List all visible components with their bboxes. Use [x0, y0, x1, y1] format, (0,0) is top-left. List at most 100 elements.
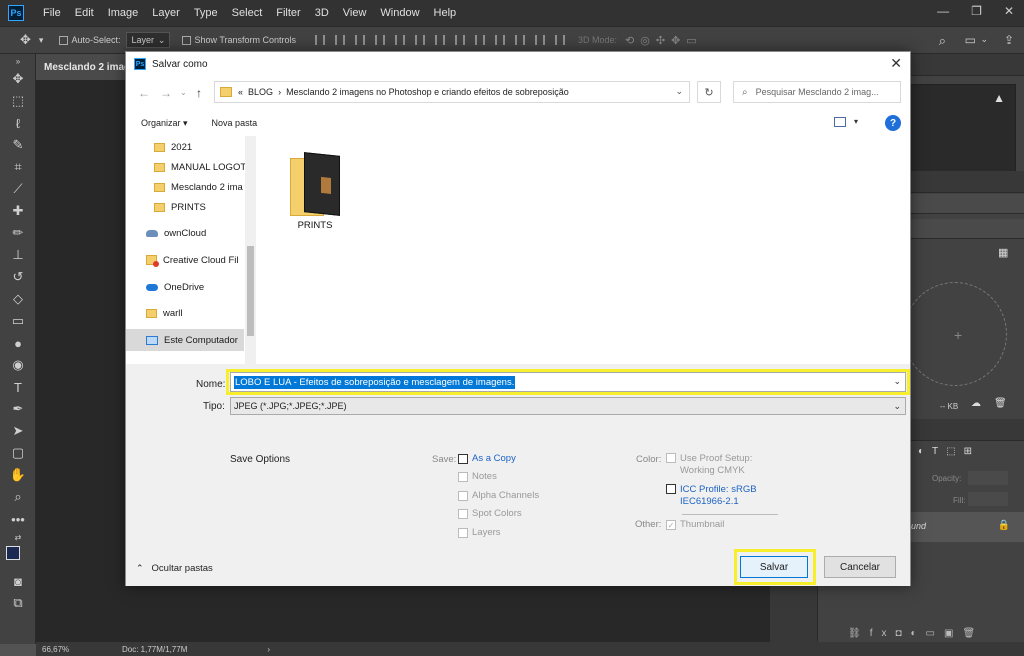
add-area-circle[interactable]: + — [903, 282, 1007, 386]
eraser-tool-icon[interactable]: ◇ — [0, 288, 36, 310]
minimize-icon[interactable]: — — [937, 4, 949, 18]
workspace-icon[interactable]: ▭ — [965, 33, 976, 47]
quick-mask-icon[interactable]: ◙ — [0, 570, 36, 592]
quick-select-tool-icon[interactable]: ✎ — [0, 134, 36, 156]
search-icon[interactable]: ⌕ — [939, 33, 946, 49]
breadcrumb-blog[interactable]: BLOG — [248, 87, 273, 97]
cloud-icon[interactable]: ☁ — [971, 398, 981, 409]
restore-icon[interactable]: ❐ — [971, 4, 982, 18]
auto-select-checkbox[interactable] — [59, 35, 71, 46]
marquee-tool-icon[interactable]: ⬚ — [0, 90, 36, 112]
collapse-icon[interactable]: » — [0, 54, 36, 68]
auto-align-icon[interactable] — [555, 35, 566, 45]
help-icon[interactable]: ? — [885, 115, 901, 131]
menu-filter[interactable]: Filter — [269, 7, 307, 19]
chevron-right-icon[interactable]: › — [267, 645, 270, 654]
menu-type[interactable]: Type — [187, 7, 225, 19]
foreground-color[interactable] — [6, 546, 20, 560]
menu-view[interactable]: View — [336, 7, 374, 19]
file-item-prints[interactable]: PRINTS — [284, 148, 346, 238]
menu-image[interactable]: Image — [101, 7, 146, 19]
view-options-icon[interactable] — [834, 117, 846, 127]
menu-help[interactable]: Help — [427, 7, 464, 19]
type-tool-icon[interactable]: T — [0, 376, 36, 398]
close-window-icon[interactable]: ✕ — [1004, 4, 1014, 18]
menu-window[interactable]: Window — [373, 7, 426, 19]
align-right-icon[interactable] — [415, 35, 426, 45]
layer-actions-icons[interactable]: ⛓fx◘◐▭▣🗑 — [848, 628, 984, 639]
nav-item-onedrive[interactable]: OneDrive — [146, 276, 256, 298]
organize-button[interactable]: Organizar ▾ — [141, 118, 188, 129]
swap-colors-icon[interactable]: ⇄ — [0, 530, 36, 544]
scrollbar-thumb[interactable] — [247, 246, 254, 336]
chevron-down-icon[interactable]: ⌄ — [180, 88, 187, 97]
distribute-top-icon[interactable] — [435, 35, 446, 45]
new-folder-button[interactable]: Nova pasta — [212, 118, 258, 128]
up-arrow-icon[interactable]: ↑ — [196, 86, 202, 100]
zoom-level[interactable]: 66,67% — [42, 645, 102, 654]
eyedropper-tool-icon[interactable]: ⟋ — [0, 178, 36, 200]
hand-tool-icon[interactable]: ✋ — [0, 464, 36, 486]
breadcrumb-current[interactable]: Mesclando 2 imagens no Photoshop e crian… — [286, 87, 569, 97]
nav-item-mesclando[interactable]: Mesclando 2 ima — [154, 176, 246, 198]
opacity-field[interactable] — [968, 471, 1008, 485]
cancel-button[interactable]: Cancelar — [824, 556, 896, 578]
distribute-bottom-icon[interactable] — [475, 35, 486, 45]
save-button[interactable]: Salvar — [740, 556, 808, 578]
back-arrow-icon[interactable]: ← — [138, 86, 150, 100]
as-a-copy-checkbox[interactable]: As a Copy — [458, 453, 516, 464]
breadcrumb-prefix[interactable]: « — [238, 87, 243, 97]
align-middle-icon[interactable] — [335, 35, 346, 45]
nav-scrollbar[interactable] — [245, 136, 256, 364]
align-top-icon[interactable] — [315, 35, 326, 45]
nav-item-owncloud[interactable]: ownCloud — [146, 222, 256, 244]
nav-item-2021[interactable]: 2021 — [154, 136, 256, 158]
blur-tool-icon[interactable]: ● — [0, 332, 36, 354]
screen-mode-icon[interactable]: ⧉ — [0, 592, 36, 614]
menu-edit[interactable]: Edit — [68, 7, 101, 19]
shape-tool-icon[interactable]: ▢ — [0, 442, 36, 464]
trash-icon[interactable]: 🗑 — [994, 398, 1007, 409]
filename-input[interactable]: LOBO E LUA - Efeitos de sobreposição e m… — [230, 372, 906, 392]
distribute-right-icon[interactable] — [535, 35, 546, 45]
align-bottom-icon[interactable] — [355, 35, 366, 45]
zoom-tool-icon[interactable]: ⌕ — [0, 486, 36, 508]
layer-filter-icons[interactable]: ◐T⬚⊞ — [918, 446, 980, 457]
forward-arrow-icon[interactable]: → — [160, 86, 172, 100]
chevron-down-icon[interactable]: ⌄ — [980, 34, 988, 45]
crop-tool-icon[interactable]: ⌗ — [0, 156, 36, 178]
menu-file[interactable]: File — [36, 7, 68, 19]
chevron-down-icon[interactable]: ⌄ — [893, 376, 901, 387]
path-select-tool-icon[interactable]: ➤ — [0, 420, 36, 442]
stamp-tool-icon[interactable]: ⊥ — [0, 244, 36, 266]
chevron-down-icon[interactable]: ⌄ — [675, 86, 683, 97]
distribute-center-icon[interactable] — [515, 35, 526, 45]
nav-item-creative-cloud[interactable]: Creative Cloud Fil — [146, 249, 246, 271]
nav-item-warll[interactable]: warll — [146, 302, 256, 324]
grid-view-icon[interactable]: ▦ — [998, 246, 1008, 259]
nav-item-manual-logot[interactable]: MANUAL LOGOT — [154, 156, 256, 178]
distribute-middle-icon[interactable] — [455, 35, 466, 45]
move-tool-icon[interactable]: ✥ — [20, 32, 31, 48]
more-tools-icon[interactable]: ••• — [0, 508, 36, 530]
gradient-tool-icon[interactable]: ▭ — [0, 310, 36, 332]
move-tool-icon[interactable]: ✥ — [0, 68, 36, 90]
chevron-down-icon[interactable]: ▾ — [854, 117, 858, 126]
icc-profile-checkbox[interactable]: ICC Profile: sRGB IEC61966-2.1 — [666, 484, 757, 508]
close-icon[interactable]: ✕ — [890, 55, 902, 72]
nav-item-este-computador[interactable]: Este Computador — [146, 329, 244, 351]
share-icon[interactable]: ⇪ — [1004, 33, 1014, 47]
hide-folders-button[interactable]: ⌃ Ocultar pastas — [136, 563, 213, 574]
address-bar[interactable]: « BLOG › Mesclando 2 imagens no Photosho… — [214, 81, 690, 103]
filetype-select[interactable]: JPEG (*.JPG;*.JPEG;*.JPE) ⌄ — [230, 397, 906, 415]
distribute-left-icon[interactable] — [495, 35, 506, 45]
healing-tool-icon[interactable]: ✚ — [0, 200, 36, 222]
3d-tools-icons[interactable]: ⟲◎✣✥▭ — [625, 34, 703, 47]
search-input[interactable]: ⌕ Pesquisar Mesclando 2 imag... — [733, 81, 901, 103]
menu-layer[interactable]: Layer — [145, 7, 187, 19]
auto-select-dropdown[interactable]: Layer ⌄ — [126, 32, 171, 48]
pen-tool-icon[interactable]: ✒ — [0, 398, 36, 420]
menu-3d[interactable]: 3D — [308, 7, 336, 19]
align-left-icon[interactable] — [375, 35, 386, 45]
lasso-tool-icon[interactable]: ℓ — [0, 112, 36, 134]
